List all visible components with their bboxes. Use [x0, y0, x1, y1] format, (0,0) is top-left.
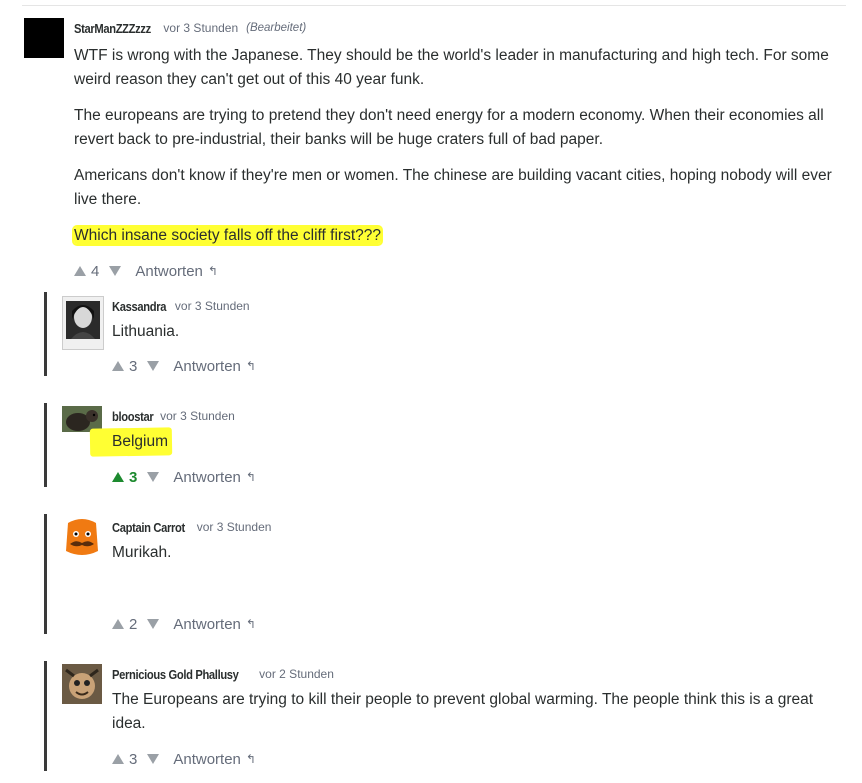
reply-button[interactable]: Antworten ↰ [135, 263, 218, 280]
reply-button[interactable]: Antworten ↰ [173, 469, 256, 486]
comment-meta: StarManZZZzzz vor 3 Stunden (Bearbeitet) [74, 18, 844, 38]
timestamp[interactable]: vor 3 Stunden [175, 299, 250, 313]
reply-arrow-icon: ↰ [245, 617, 256, 631]
vote-count: 3 [129, 357, 138, 375]
comment-footer: 4 Antworten ↰ [74, 261, 218, 281]
author-name[interactable]: bloostar [112, 409, 154, 424]
comment-paragraph: The Europeans are trying to kill their p… [112, 691, 814, 732]
highlighted-text: Which insane society falls off the cliff… [74, 227, 381, 244]
thread-line [44, 514, 47, 634]
reply-arrow-icon: ↰ [207, 264, 218, 278]
timestamp[interactable]: vor 3 Stunden [163, 21, 238, 35]
comment-paragraph: Which insane society falls off the cliff… [74, 224, 844, 248]
portrait-image [66, 301, 100, 339]
carrot-avatar-image [62, 517, 102, 557]
comment-kassandra: Kassandra vor 3 Stunden Lithuania. 3 Ant… [62, 296, 847, 381]
thread-line [44, 661, 47, 771]
author-name[interactable]: StarManZZZzzz [74, 21, 151, 36]
downvote-icon [147, 361, 160, 371]
comment-meta: Kassandra vor 3 Stunden [112, 296, 847, 316]
upvote-button[interactable]: 2 [112, 616, 137, 633]
comment-text: Lithuania. [112, 320, 847, 344]
reply-label: Antworten [173, 750, 241, 768]
avatar[interactable] [24, 18, 64, 58]
comment-text: The Europeans are trying to kill their p… [112, 688, 847, 736]
comment-paragraph: WTF is wrong with the Japanese. They sho… [74, 47, 829, 88]
downvote-button[interactable] [137, 619, 160, 629]
upvote-button[interactable]: 3 [112, 751, 137, 768]
timestamp[interactable]: vor 3 Stunden [160, 409, 235, 423]
comment-footer: 3 Antworten ↰ [112, 749, 256, 769]
downvote-button[interactable] [137, 472, 160, 482]
downvote-button[interactable] [99, 266, 122, 276]
comment-paragraph: The europeans are trying to pretend they… [74, 107, 824, 148]
upvote-icon [112, 754, 124, 764]
comment-captain-carrot: Captain Carrot vor 3 Stunden Murikah. 2 … [62, 517, 847, 637]
author-name[interactable]: Captain Carrot [112, 520, 185, 535]
vote-count: 4 [91, 262, 100, 280]
vote-count: 3 [129, 468, 138, 486]
thread-line [44, 292, 47, 376]
reply-arrow-icon: ↰ [245, 752, 256, 766]
comment-footer: 3 Antworten ↰ [112, 467, 256, 487]
comment-paragraph: Lithuania. [112, 323, 180, 340]
downvote-icon [147, 472, 160, 482]
thread-line [44, 403, 47, 487]
downvote-icon [147, 619, 160, 629]
author-name[interactable]: Kassandra [112, 299, 166, 314]
avatar[interactable] [62, 296, 104, 350]
downvote-icon [147, 754, 160, 764]
author-name[interactable]: Pernicious Gold Phallusy [112, 667, 239, 682]
comment-meta: bloostar vor 3 Stunden [112, 406, 847, 426]
top-divider [22, 5, 846, 6]
comment-text: Belgium [89, 427, 847, 457]
upvote-icon [112, 619, 124, 629]
comment-text: Murikah. [112, 541, 847, 565]
timestamp[interactable]: vor 2 Stunden [259, 667, 334, 681]
upvote-icon [112, 361, 124, 371]
comment-starmanzzzzzz: StarManZZZzzz vor 3 Stunden (Bearbeitet)… [24, 18, 844, 288]
downvote-button[interactable] [137, 754, 160, 764]
avatar[interactable] [62, 517, 102, 557]
comment-pernicious-gold-phallusy: Pernicious Gold Phallusy vor 2 Stunden T… [62, 664, 847, 779]
upvote-icon [112, 472, 124, 482]
comment-paragraph: Murikah. [112, 544, 172, 561]
comment-paragraph: Americans don't know if they're men or w… [74, 167, 832, 208]
edited-label: (Bearbeitet) [246, 22, 307, 34]
comment-footer: 3 Antworten ↰ [112, 356, 256, 376]
reply-button[interactable]: Antworten ↰ [173, 358, 256, 375]
comment-text: WTF is wrong with the Japanese. They sho… [74, 44, 844, 248]
avatar[interactable] [62, 664, 102, 704]
reply-label: Antworten [135, 262, 203, 280]
timestamp[interactable]: vor 3 Stunden [197, 520, 272, 534]
creature-avatar-image [62, 664, 102, 704]
comment-footer: 2 Antworten ↰ [112, 614, 256, 634]
upvote-button[interactable]: 3 [112, 358, 137, 375]
reply-label: Antworten [173, 615, 241, 633]
comment-paragraph: Belgium [112, 433, 168, 450]
reply-button[interactable]: Antworten ↰ [173, 616, 256, 633]
downvote-icon [109, 266, 122, 276]
vote-count: 3 [129, 750, 138, 768]
downvote-button[interactable] [137, 361, 160, 371]
upvote-icon [74, 266, 86, 276]
comment-meta: Captain Carrot vor 3 Stunden [112, 517, 847, 537]
comment-meta: Pernicious Gold Phallusy vor 2 Stunden [112, 664, 847, 684]
reply-arrow-icon: ↰ [245, 359, 256, 373]
reply-button[interactable]: Antworten ↰ [173, 751, 256, 768]
reply-label: Antworten [173, 357, 241, 375]
vote-count: 2 [129, 615, 138, 633]
reply-label: Antworten [173, 468, 241, 486]
upvote-button[interactable]: 4 [74, 263, 99, 280]
reply-arrow-icon: ↰ [245, 470, 256, 484]
upvote-button[interactable]: 3 [112, 469, 137, 486]
comment-bloostar: bloostar vor 3 Stunden Belgium 3 Antwort… [62, 406, 847, 491]
